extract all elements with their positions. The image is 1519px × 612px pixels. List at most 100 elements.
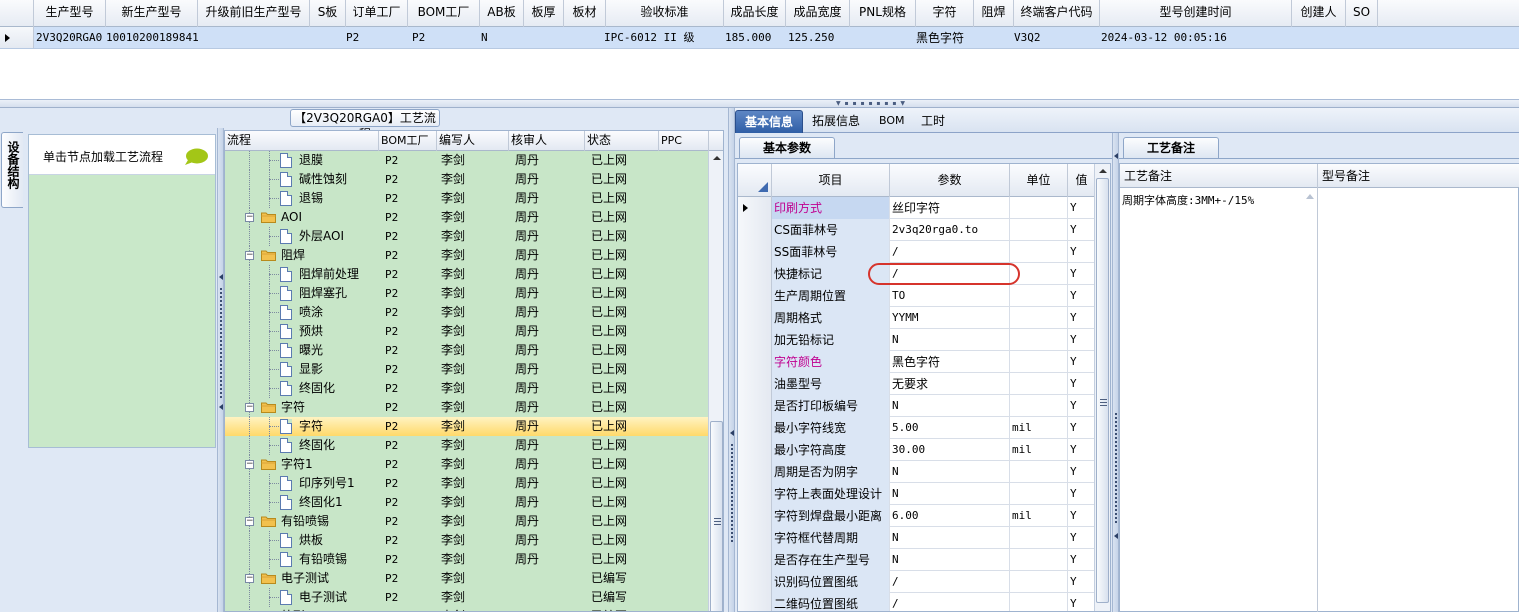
cell-status[interactable]: 已编写 xyxy=(591,569,627,588)
cell-reviewer[interactable]: 周丹 xyxy=(515,227,539,246)
cell-status[interactable]: 已上网 xyxy=(591,398,627,417)
cell-param-value[interactable]: 5.00 xyxy=(890,417,1010,439)
row-indicator[interactable] xyxy=(738,439,772,461)
col-header-s-board[interactable]: S板 xyxy=(310,0,346,27)
tree-node-label[interactable]: 字符 xyxy=(281,398,305,417)
cell-status[interactable]: 已上网 xyxy=(591,436,627,455)
cell-status[interactable]: 已编写 xyxy=(591,588,627,607)
cell-writer[interactable]: 李剑 xyxy=(441,284,465,303)
row-indicator[interactable] xyxy=(0,27,34,48)
cell-bom-factory[interactable]: P2 xyxy=(385,531,398,550)
cell-param-value[interactable]: N xyxy=(890,527,1010,549)
cell-bom-factory[interactable]: P2 xyxy=(385,417,398,436)
cell-flag[interactable]: Y xyxy=(1068,241,1096,263)
collapse-node-icon[interactable]: − xyxy=(245,213,254,222)
param-row[interactable]: 印刷方式 丝印字符 Y xyxy=(738,197,1096,219)
cell-bom-factory[interactable]: P2 xyxy=(385,151,398,170)
col-header-ab-board[interactable]: AB板 xyxy=(480,0,524,27)
cell-writer[interactable]: 李剑 xyxy=(441,417,465,436)
tree-row[interactable]: 退膜 P2 李剑 周丹 已上网 xyxy=(225,151,709,170)
cell-param-value[interactable]: 2v3q20rga0.to xyxy=(890,219,1010,241)
cell-reviewer[interactable]: 周丹 xyxy=(515,417,539,436)
cell-item-name[interactable]: SS面菲林号 xyxy=(772,241,890,263)
cell-unit[interactable] xyxy=(1010,329,1068,351)
cell-ab-board[interactable]: N xyxy=(481,27,488,49)
collapse-left-icon[interactable] xyxy=(1114,153,1118,159)
tree-node-label[interactable]: 外形 xyxy=(281,607,305,611)
cell-unit[interactable]: mil xyxy=(1010,439,1068,461)
cell-status[interactable]: 已上网 xyxy=(591,474,627,493)
tree-node-label[interactable]: 退膜 xyxy=(299,151,323,170)
tree-node-label[interactable]: 终固化 xyxy=(299,436,335,455)
tree-row[interactable]: −外形P2李剑已编写 xyxy=(225,607,709,611)
cell-flag[interactable]: Y xyxy=(1068,549,1096,571)
cell-customer-code[interactable]: V3Q2 xyxy=(1014,27,1041,49)
collapse-node-icon[interactable]: − xyxy=(245,574,254,583)
param-row[interactable]: 二维码位置图纸 / Y xyxy=(738,593,1096,611)
cell-reviewer[interactable]: 周丹 xyxy=(515,531,539,550)
cell-param-value[interactable]: 6.00 xyxy=(890,505,1010,527)
param-row[interactable]: 识别码位置图纸 / Y xyxy=(738,571,1096,593)
cell-writer[interactable]: 李剑 xyxy=(441,531,465,550)
cell-status[interactable]: 已上网 xyxy=(591,303,627,322)
cell-created-time[interactable]: 2024-03-12 00:05:16 xyxy=(1101,27,1227,49)
cell-reviewer[interactable]: 周丹 xyxy=(515,493,539,512)
col-header-customer-code[interactable]: 终端客户代码 xyxy=(1014,0,1100,27)
scroll-thumb[interactable] xyxy=(710,421,723,611)
col-header-new-model[interactable]: 新生产型号 xyxy=(106,0,198,27)
col-header-thickness[interactable]: 板厚 xyxy=(524,0,564,27)
cell-item-name[interactable]: 是否打印板编号 xyxy=(772,395,890,417)
cell-item-name[interactable]: 油墨型号 xyxy=(772,373,890,395)
model-grid[interactable]: 生产型号 新生产型号 升级前旧生产型号 S板 订单工厂 BOM工厂 AB板 板厚… xyxy=(0,0,1519,100)
cell-writer[interactable]: 李剑 xyxy=(441,474,465,493)
col-header-model[interactable]: 生产型号 xyxy=(34,0,106,27)
cell-item-name[interactable]: 最小字符高度 xyxy=(772,439,890,461)
row-indicator[interactable] xyxy=(738,571,772,593)
col-header-ppc[interactable]: PPC xyxy=(659,131,709,151)
cell-unit[interactable] xyxy=(1010,285,1068,307)
tree-node-label[interactable]: 阻焊塞孔 xyxy=(299,284,347,303)
tree-row[interactable]: 曝光 P2 李剑 周丹 已上网 xyxy=(225,341,709,360)
cell-flag[interactable]: Y xyxy=(1068,571,1096,593)
cell-flag[interactable]: Y xyxy=(1068,263,1096,285)
cell-writer[interactable]: 李剑 xyxy=(441,303,465,322)
param-row[interactable]: 加无铅标记 N Y xyxy=(738,329,1096,351)
row-indicator[interactable] xyxy=(738,593,772,611)
col-header-pnl[interactable]: PNL规格 xyxy=(850,0,916,27)
tree-node-label[interactable]: 烘板 xyxy=(299,531,323,550)
tab-work-hours[interactable]: 工时 xyxy=(915,110,951,133)
param-row[interactable]: 是否存在生产型号 N Y xyxy=(738,549,1096,571)
tree-row[interactable]: − 阻焊 P2 李剑 周丹 已上网 xyxy=(225,246,709,265)
row-indicator[interactable] xyxy=(738,285,772,307)
horizontal-splitter[interactable]: ▼ ▪ ▪ ▪ ▪ ▪ ▪ ▪ ▼ xyxy=(0,100,1519,108)
cell-bom-factory[interactable]: P2 xyxy=(385,379,398,398)
left-splitter[interactable] xyxy=(217,128,224,612)
row-indicator[interactable] xyxy=(738,527,772,549)
cell-reviewer[interactable]: 周丹 xyxy=(515,436,539,455)
row-indicator[interactable] xyxy=(738,483,772,505)
col-header-width[interactable]: 成品宽度 xyxy=(786,0,850,27)
col-header-so[interactable]: SO xyxy=(1346,0,1378,27)
cell-writer[interactable]: 李剑 xyxy=(441,379,465,398)
cell-status[interactable]: 已上网 xyxy=(591,550,627,569)
cell-unit[interactable] xyxy=(1010,241,1068,263)
cell-reviewer[interactable]: 周丹 xyxy=(515,550,539,569)
row-indicator[interactable] xyxy=(738,241,772,263)
col-header-bom-factory[interactable]: BOM工厂 xyxy=(408,0,480,27)
cell-char[interactable]: 黑色字符 xyxy=(916,27,964,49)
tree-node-label[interactable]: 电子测试 xyxy=(299,588,347,607)
cell-order-factory[interactable]: P2 xyxy=(346,27,359,49)
col-header-char[interactable]: 字符 xyxy=(916,0,974,27)
cell-status[interactable]: 已上网 xyxy=(591,455,627,474)
cell-status[interactable]: 已上网 xyxy=(591,417,627,436)
tree-row[interactable]: − 字符1 P2 李剑 周丹 已上网 xyxy=(225,455,709,474)
cell-flag[interactable]: Y xyxy=(1068,417,1096,439)
row-indicator[interactable] xyxy=(738,329,772,351)
cell-bom-factory[interactable]: P2 xyxy=(412,27,425,49)
cell-writer[interactable]: 李剑 xyxy=(441,493,465,512)
cell-unit[interactable] xyxy=(1010,351,1068,373)
collapse-left-icon[interactable] xyxy=(219,404,223,410)
scroll-up-icon[interactable] xyxy=(1306,194,1314,199)
tree-node-label[interactable]: 有铅喷锡 xyxy=(281,512,329,531)
cell-length[interactable]: 185.000 xyxy=(725,27,771,49)
